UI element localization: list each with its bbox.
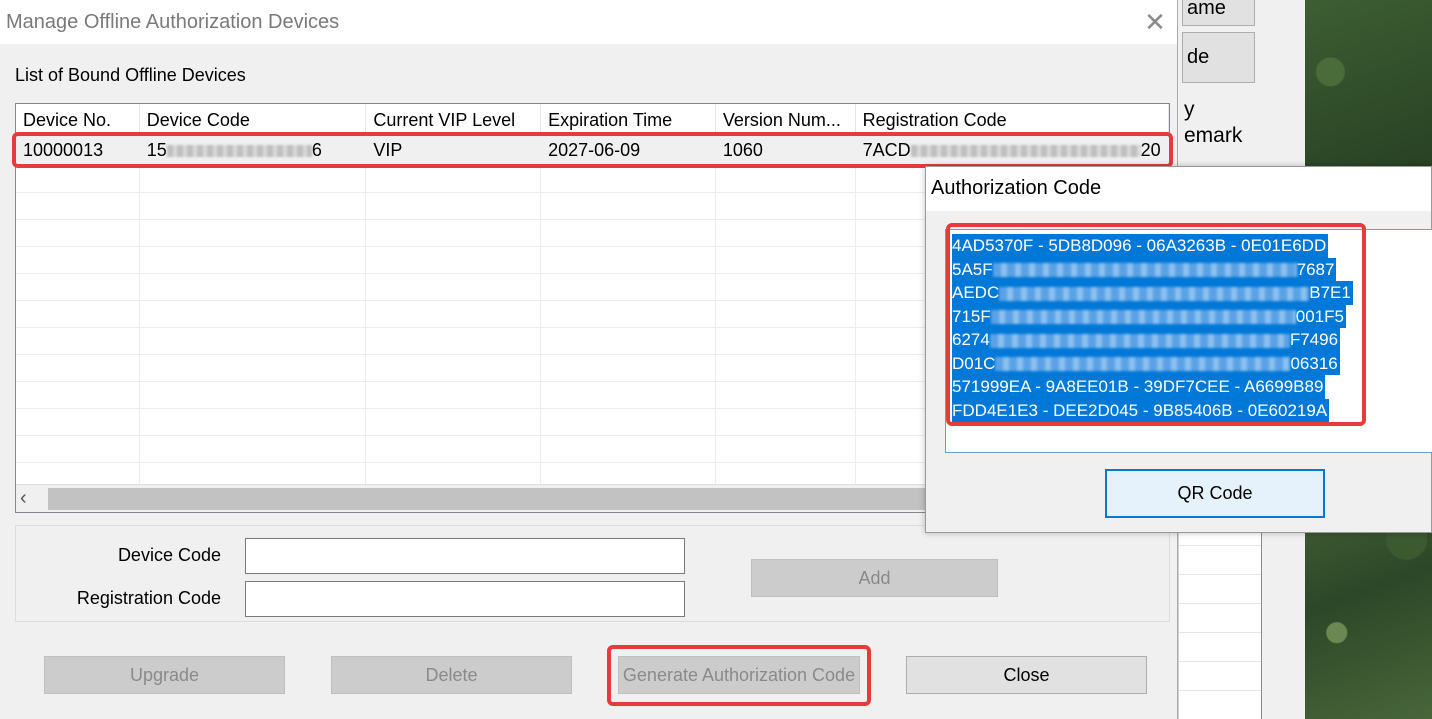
qr-code-button[interactable]: QR Code: [1105, 469, 1325, 518]
dialog-titlebar: Manage Offline Authorization Devices ✕: [0, 0, 1177, 44]
column-header-expiration[interactable]: Expiration Time: [541, 104, 716, 133]
cell-vip-level: VIP: [366, 134, 542, 163]
scrollbar-thumb[interactable]: [48, 488, 928, 510]
generate-authorization-code-button[interactable]: Generate Authorization Code: [618, 656, 860, 694]
authorization-code-lines: 4AD5370F - 5DB8D096 - 06A3263B - 0E01E6D…: [952, 234, 1353, 422]
table-row[interactable]: 10000013 15 6 VIP 2027-06-09 1060 7ACD 20: [16, 134, 1169, 164]
cell-device-no: 10000013: [16, 134, 140, 163]
registration-code-input[interactable]: [245, 581, 685, 617]
code-line: 715F 001F5: [952, 304, 1346, 328]
column-header-registration-code[interactable]: Registration Code: [856, 104, 1169, 133]
cell-registration-code: 7ACD 20: [856, 134, 1169, 163]
cell-expiration: 2027-06-09: [541, 134, 716, 163]
add-device-form: Device Code Registration Code Add: [15, 525, 1170, 622]
background-button-mid[interactable]: de: [1182, 32, 1255, 83]
code-line: 571999EA - 9A8EE01B - 39DF7CEE - A6699B8…: [952, 375, 1326, 399]
column-header-vip-level[interactable]: Current VIP Level: [366, 104, 542, 133]
authorization-code-textbox[interactable]: 4AD5370F - 5DB8D096 - 06A3263B - 0E01E6D…: [945, 229, 1432, 453]
device-code-label: Device Code: [117, 545, 221, 565]
column-header-version[interactable]: Version Num...: [716, 104, 856, 133]
code-line: 5A5F 7687: [952, 257, 1337, 281]
registration-code-label: Registration Code: [76, 588, 221, 608]
redacted-blur: [999, 286, 1310, 301]
code-line: AEDC B7E1: [952, 281, 1353, 305]
popup-title: Authorization Code: [926, 167, 1431, 211]
dialog-title: Manage Offline Authorization Devices: [6, 10, 340, 33]
redacted-blur: [989, 333, 1290, 348]
redacted-blur: [995, 357, 1291, 372]
background-button-top[interactable]: ame: [1182, 0, 1255, 26]
close-button[interactable]: Close: [906, 656, 1147, 694]
add-button[interactable]: Add: [751, 559, 998, 597]
dialog-close-icon[interactable]: ✕: [1139, 7, 1171, 38]
device-code-input[interactable]: [245, 538, 685, 574]
redacted-blur: [166, 145, 312, 158]
column-header-device-no[interactable]: Device No.: [16, 104, 140, 133]
background-list: [1178, 520, 1262, 719]
background-text-fragment: y: [1184, 98, 1195, 121]
upgrade-button[interactable]: Upgrade: [44, 656, 285, 694]
cell-device-code: 15 6: [140, 134, 367, 163]
scroll-left-icon[interactable]: ‹: [20, 487, 27, 510]
table-header: Device No. Device Code Current VIP Level…: [16, 104, 1169, 134]
cell-version: 1060: [716, 134, 856, 163]
delete-button[interactable]: Delete: [331, 656, 572, 694]
column-header-device-code[interactable]: Device Code: [140, 104, 367, 133]
redacted-blur: [910, 145, 1141, 158]
code-line: D01C 06316: [952, 351, 1340, 375]
authorization-code-popup: Authorization Code 4AD5370F - 5DB8D096 -…: [925, 166, 1432, 533]
code-line: 4AD5370F - 5DB8D096 - 06A3263B - 0E01E6D…: [952, 234, 1329, 258]
redacted-blur: [992, 263, 1297, 278]
bound-devices-list-label: List of Bound Offline Devices: [15, 65, 246, 85]
redacted-blur: [990, 310, 1296, 325]
background-remark-label: emark: [1184, 124, 1243, 147]
code-line: FDD4E1E3 - DEE2D045 - 9B85406B - 0E60219…: [952, 398, 1330, 422]
code-line: 6274 F7496: [952, 328, 1341, 352]
